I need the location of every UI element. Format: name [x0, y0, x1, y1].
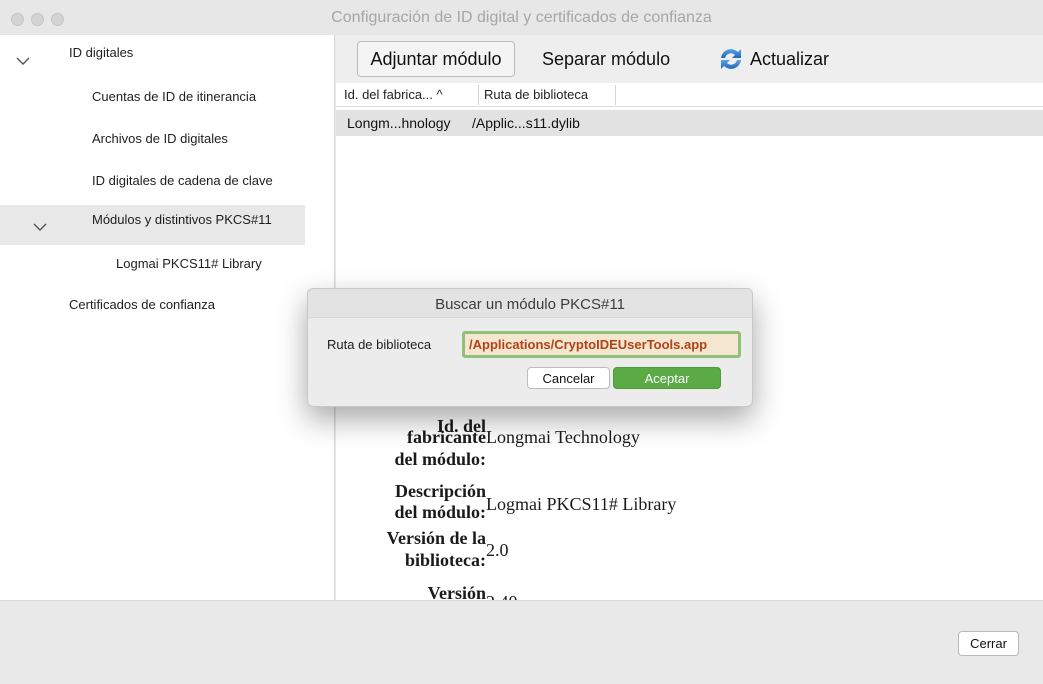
- column-separator[interactable]: [478, 85, 479, 105]
- sidebar-item-label: Certificados de confianza: [69, 297, 215, 312]
- detail-label-version-line2: biblioteca:: [405, 550, 486, 570]
- detail-label-vendor-line2: fabricante: [407, 427, 486, 447]
- sidebar-item-label: Logmai PKCS11# Library: [116, 256, 262, 271]
- sidebar-item-label: Cuentas de ID de itinerancia: [92, 89, 257, 104]
- detach-module-button[interactable]: Separar módulo: [534, 41, 684, 77]
- dialog-title: Buscar un módulo PKCS#11: [435, 296, 625, 313]
- detail-label-description-line1: Descripción: [395, 481, 486, 501]
- library-path-input[interactable]: [462, 331, 741, 358]
- table-row[interactable]: Longm...hnology /Applic...s11.dylib: [336, 110, 1043, 136]
- sidebar-item-label: Módulos y distintivos PKCS#11: [92, 212, 272, 227]
- cancel-button[interactable]: Cancelar: [527, 367, 610, 389]
- column-header-path[interactable]: Ruta de biblioteca: [484, 87, 588, 102]
- sidebar-item-label: Archivos de ID digitales: [92, 131, 228, 146]
- refresh-label: Actualizar: [750, 49, 830, 69]
- detail-label-description-line2: del módulo:: [394, 502, 486, 522]
- detail-value-library-version: 2.0: [486, 540, 509, 560]
- window-title: Configuración de ID digital y certificad…: [331, 9, 712, 26]
- chevron-down-icon[interactable]: [15, 55, 31, 67]
- toolbar: Adjuntar módulo Separar módulo Actualiza…: [336, 35, 1043, 83]
- sidebar-item-logmai-library[interactable]: Logmai PKCS11# Library: [116, 256, 262, 271]
- detail-label-version-line1: Versión de la: [386, 528, 486, 548]
- sidebar-item-cadena-clave[interactable]: ID digitales de cadena de clave: [92, 173, 273, 188]
- sidebar-item-certificados-confianza[interactable]: Certificados de confianza: [69, 297, 215, 312]
- cell-vendor: Longm...hnology: [347, 115, 451, 131]
- sidebar-item-id-digitales[interactable]: ID digitales: [69, 45, 133, 60]
- refresh-button[interactable]: Actualizar: [714, 41, 854, 77]
- library-path-label: Ruta de biblioteca: [327, 337, 432, 352]
- column-separator[interactable]: [615, 85, 616, 105]
- column-header-vendor[interactable]: Id. del fabrica... ^: [344, 87, 443, 102]
- sidebar-item-archivos-id[interactable]: Archivos de ID digitales: [92, 131, 228, 146]
- title-bar: Configuración de ID digital y certificad…: [0, 0, 1043, 35]
- cell-path: /Applic...s11.dylib: [472, 115, 580, 131]
- sidebar-item-cuentas-itinerancia[interactable]: Cuentas de ID de itinerancia: [92, 89, 256, 104]
- sidebar-item-label: ID digitales de cadena de clave: [92, 173, 273, 188]
- find-module-dialog: Buscar un módulo PKCS#11 Ruta de bibliot…: [307, 288, 753, 407]
- detail-value-vendor: Longmai Technology: [486, 427, 640, 447]
- bottom-bar: [0, 600, 1043, 684]
- sidebar-item-modulos-pkcs11[interactable]: Módulos y distintivos PKCS#11: [92, 212, 272, 227]
- table-header: Id. del fabrica... ^ Ruta de biblioteca: [336, 83, 1043, 107]
- detail-value-description: Logmai PKCS11# Library: [486, 494, 677, 514]
- accept-button[interactable]: Aceptar: [613, 367, 721, 389]
- sidebar-item-label: ID digitales: [69, 45, 134, 60]
- chevron-down-icon[interactable]: [32, 221, 48, 233]
- sidebar-tree: ID digitales Cuentas de ID de itineranci…: [0, 35, 335, 600]
- detail-label-vendor-line3: del módulo:: [394, 449, 486, 469]
- close-button[interactable]: Cerrar: [958, 631, 1019, 656]
- attach-module-button[interactable]: Adjuntar módulo: [357, 41, 515, 77]
